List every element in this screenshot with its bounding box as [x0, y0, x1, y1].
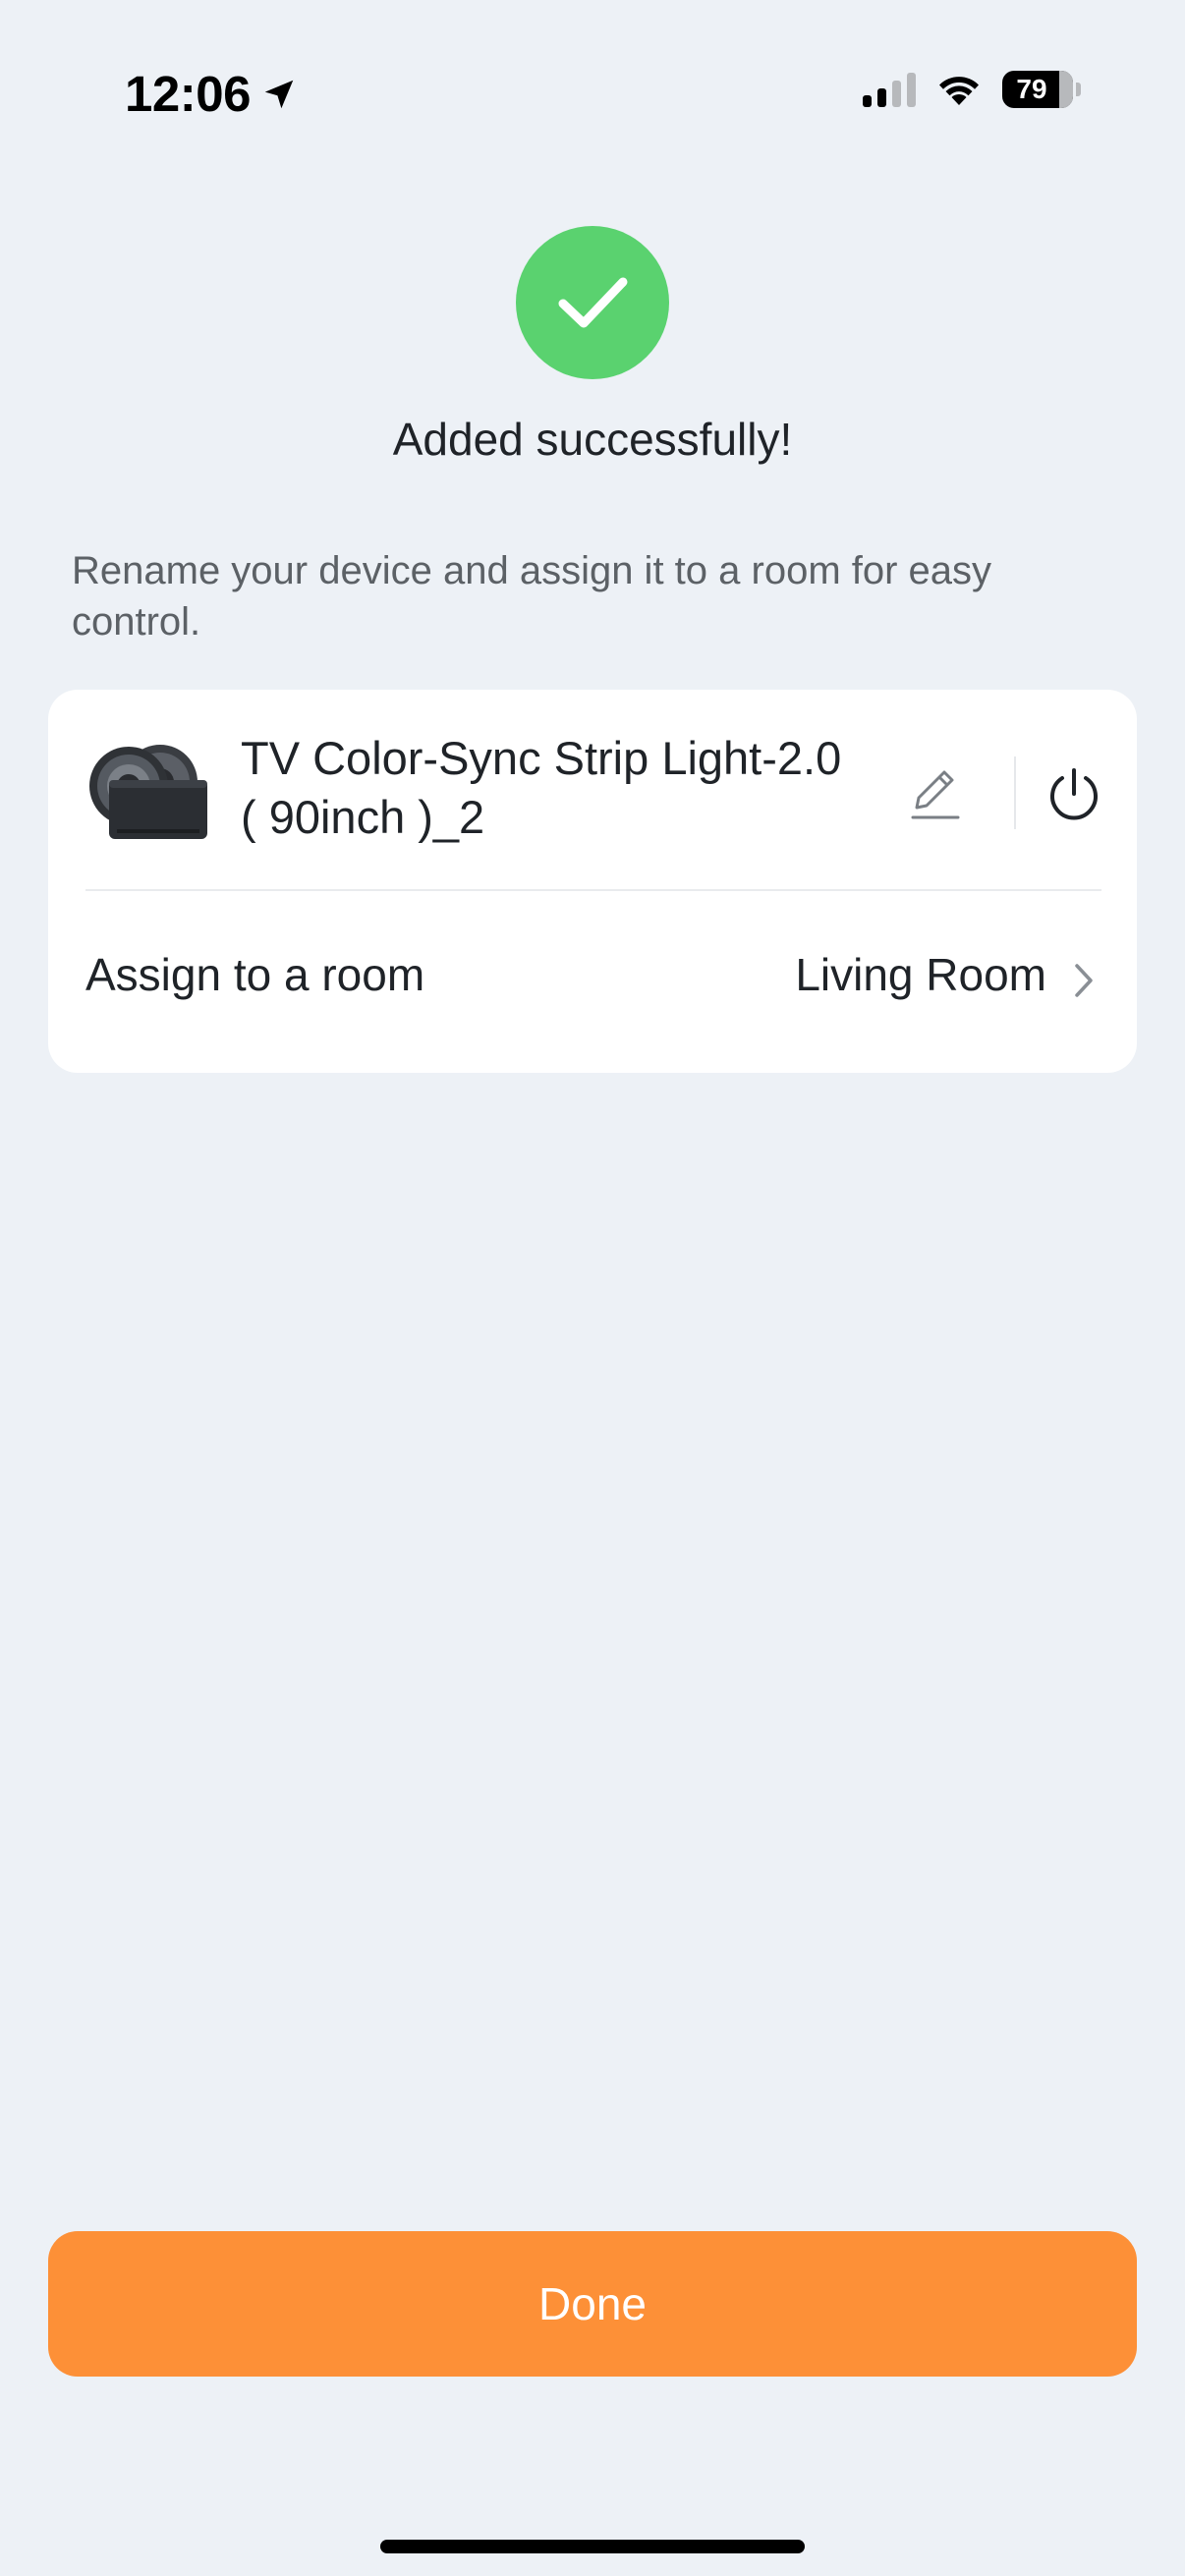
success-checkmark-badge [516, 226, 669, 379]
location-arrow-icon [264, 80, 294, 108]
battery-level: 79 [1016, 74, 1047, 104]
cellular-signal-icon [863, 72, 916, 107]
device-row: TV Color-Sync Strip Light-2.0 ( 90inch )… [48, 690, 1137, 889]
time-text: 12:06 [125, 66, 251, 122]
status-time: 12:06 [125, 65, 298, 123]
power-icon [1050, 768, 1098, 820]
status-bar: 12:06 79 [0, 0, 1185, 147]
rename-device-button[interactable] [899, 758, 970, 829]
done-button[interactable]: Done [48, 2231, 1137, 2377]
device-name-line1: TV Color-Sync Strip Light-2.0 [241, 732, 842, 784]
device-name-line2: ( 90inch )_2 [241, 791, 485, 843]
instruction-text: Rename your device and assign it to a ro… [72, 549, 992, 644]
checkmark-icon [558, 277, 628, 328]
assign-room-label: Assign to a room [85, 949, 425, 1000]
device-name: TV Color-Sync Strip Light-2.0 ( 90inch )… [241, 729, 929, 847]
device-thumbnail [89, 745, 207, 839]
assign-room-row[interactable]: Assign to a room Living Room [48, 891, 1137, 1073]
wifi-icon [939, 77, 979, 105]
divider [1014, 756, 1016, 829]
battery-icon: 79 [1002, 71, 1081, 108]
pencil-icon [911, 770, 960, 819]
selected-room-value: Living Room [795, 949, 1046, 1000]
success-title: Added successfully! [392, 414, 793, 465]
home-indicator[interactable] [380, 2540, 805, 2553]
chevron-right-icon [1075, 964, 1093, 997]
power-toggle-button[interactable] [1039, 758, 1109, 829]
device-card: TV Color-Sync Strip Light-2.0 ( 90inch )… [48, 690, 1137, 1073]
status-indicators: 79 [863, 71, 1081, 108]
